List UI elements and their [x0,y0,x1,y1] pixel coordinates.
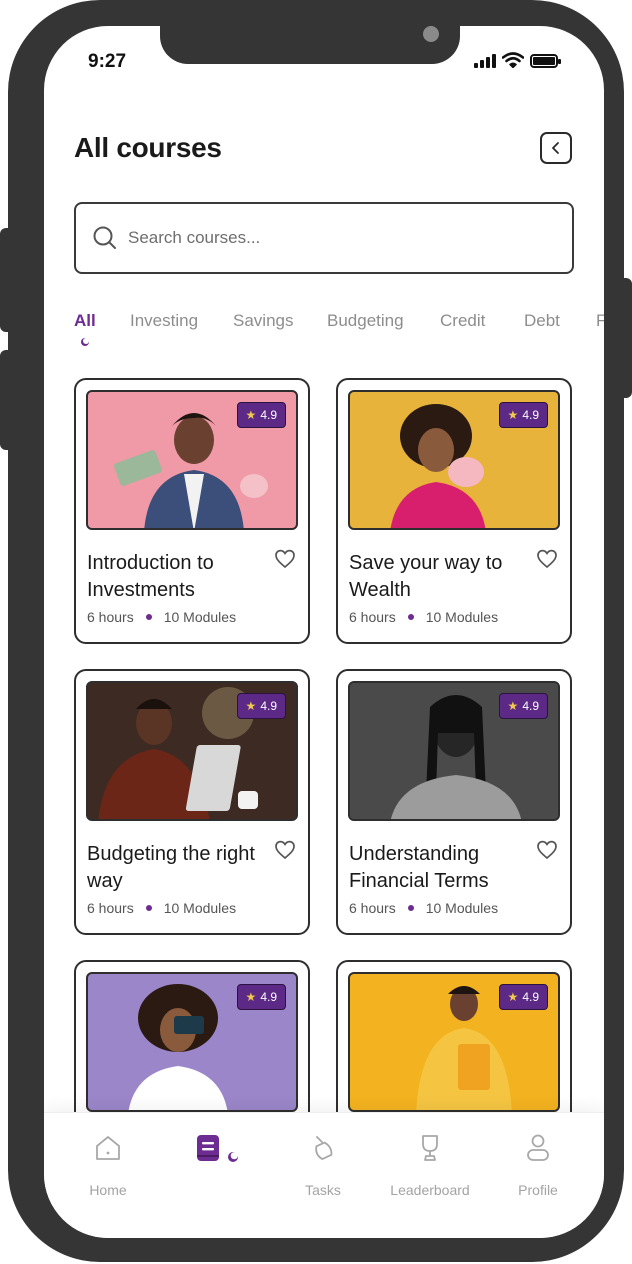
course-title: Save your way to Wealth [349,552,503,601]
heart-icon[interactable] [536,839,558,861]
star-icon: ★ [245,699,257,713]
course-modules: 10 Modules [163,900,237,916]
nav-home[interactable]: Home [58,1133,158,1198]
rating-value: 4.9 [260,408,277,422]
page-title: All courses [74,132,222,163]
signal-icon [474,54,496,68]
course-thumbnail: ★ 4.9 [86,972,298,1112]
course-title: Budgeting the right way [87,843,255,892]
star-icon: ★ [245,408,257,422]
rating-badge: ★ 4.9 [236,693,286,719]
active-indicator-icon [81,338,89,346]
back-button[interactable] [540,132,572,164]
star-icon: ★ [245,990,257,1004]
course-modules: 10 Modules [425,609,499,625]
search-bar[interactable] [74,202,574,274]
course-modules: 10 Modules [425,900,499,916]
app-screen: 9:27 All courses Search courses... All I… [44,26,604,1238]
heart-icon[interactable] [274,548,296,570]
search-icon [92,225,118,251]
status-icons [474,52,561,68]
tab-debt[interactable]: Debt [524,311,560,331]
course-meta: 6 hours 10 Modules [349,900,498,916]
tab-partial[interactable]: F [596,311,604,331]
course-hours: 6 hours [349,609,396,625]
tab-credit[interactable]: Credit [440,311,485,331]
course-thumbnail: ★ 4.9 [348,681,560,821]
tab-savings[interactable]: Savings [233,311,293,331]
course-title: Introduction to Investments [87,552,214,601]
camera-icon [423,26,439,42]
wifi-icon [502,52,524,68]
rating-badge: ★ 4.9 [498,693,548,719]
meta-separator [407,905,414,911]
rating-value: 4.9 [260,990,277,1004]
course-card[interactable]: ★ 4.9 Save your way to Wealth 6 hours 10… [336,378,572,644]
rating-badge: ★ 4.9 [498,402,548,428]
nav-tasks-label: Tasks [305,1182,341,1198]
meta-separator [407,614,414,620]
course-modules: 10 Modules [163,609,237,625]
heart-icon[interactable] [536,548,558,570]
course-meta: 6 hours 10 Modules [87,900,236,916]
meta-separator [145,614,152,620]
course-card[interactable]: ★ 4.9 Understanding Financial Terms 6 ho… [336,669,572,935]
tab-budgeting[interactable]: Budgeting [327,311,404,331]
nav-leaderboard-label: Leaderboard [390,1182,470,1198]
star-icon: ★ [507,699,519,713]
active-indicator-icon [228,1152,239,1162]
rating-value: 4.9 [522,699,539,713]
home-icon [96,1136,120,1160]
chevron-left-icon [552,142,559,154]
nav-leaderboard[interactable]: Leaderboard [380,1133,480,1198]
course-meta: 6 hours 10 Modules [87,609,236,625]
course-hours: 6 hours [349,900,396,916]
rating-badge: ★ 4.9 [498,984,548,1010]
rating-badge: ★ 4.9 [236,402,286,428]
trophy-icon [422,1135,438,1161]
course-thumbnail: ★ 4.9 [348,972,560,1112]
bottom-navigation: Home Tasks Leaderboard Profile [44,1112,604,1238]
tasks-icon [315,1136,333,1160]
status-time: 9:27 [88,51,127,72]
rating-badge: ★ 4.9 [236,984,286,1010]
course-title: Understanding Financial Terms [349,843,489,892]
course-thumbnail: ★ 4.9 [86,390,298,530]
notch [160,26,460,64]
nav-tasks[interactable]: Tasks [273,1133,373,1198]
course-card[interactable]: ★ 4.9 Introduction to Investments 6 hour… [74,378,310,644]
nav-profile-label: Profile [518,1182,558,1198]
course-thumbnail: ★ 4.9 [86,681,298,821]
phone-frame: 9:27 All courses Search courses... All I… [8,0,624,1262]
category-tabs: All Investing Savings Budgeting Credit D… [74,311,604,351]
star-icon: ★ [507,408,519,422]
course-hours: 6 hours [87,609,134,625]
course-hours: 6 hours [87,900,134,916]
tab-all[interactable]: All [74,311,96,331]
search-input[interactable] [128,228,528,248]
rating-value: 4.9 [522,408,539,422]
course-card[interactable]: ★ 4.9 Budgeting the right way 6 hours 10… [74,669,310,935]
nav-courses[interactable] [166,1133,266,1168]
battery-icon [530,54,561,68]
rating-value: 4.9 [260,699,277,713]
tab-investing[interactable]: Investing [130,311,198,331]
meta-separator [145,905,152,911]
course-thumbnail: ★ 4.9 [348,390,560,530]
nav-profile[interactable]: Profile [488,1133,588,1198]
nav-home-label: Home [89,1182,127,1198]
rating-value: 4.9 [522,990,539,1004]
courses-icon [196,1135,219,1161]
profile-icon [527,1134,549,1161]
star-icon: ★ [507,990,519,1004]
course-meta: 6 hours 10 Modules [349,609,498,625]
heart-icon[interactable] [274,839,296,861]
